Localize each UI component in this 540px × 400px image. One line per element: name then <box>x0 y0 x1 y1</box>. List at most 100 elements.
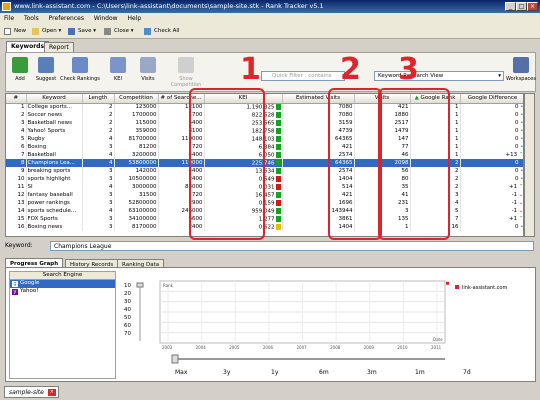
tab-report[interactable]: Report <box>44 42 74 52</box>
row-number: 4 <box>6 127 27 135</box>
search-engine-yahoo[interactable]: y Yahoo! <box>10 288 115 296</box>
new-file-icon <box>4 28 11 35</box>
detail-tabs: Progress Graph History Records Ranking D… <box>5 257 536 269</box>
y-tick-label: 50 <box>124 315 131 321</box>
google-difference-cell: -1 ⌄ <box>460 207 523 215</box>
menu-file[interactable]: File <box>0 13 18 24</box>
minimize-button[interactable]: _ <box>505 2 516 11</box>
main-tabs: Keywords Report <box>0 40 540 52</box>
menu-bar: File Tools Preferences Window Help <box>0 13 540 24</box>
competition-cell: 1700000 <box>114 111 159 119</box>
competition-cell: 63100000 <box>114 207 159 215</box>
suggest-button[interactable]: Suggest <box>32 57 60 82</box>
length-cell: 3 <box>82 175 115 183</box>
difference-value: +1 <box>509 216 518 222</box>
menu-window[interactable]: Window <box>90 13 122 24</box>
close-button[interactable]: Close ▾ <box>104 26 134 37</box>
google-difference-cell: -1 ⌄ <box>460 199 523 207</box>
trend-flat-icon: • <box>518 144 524 150</box>
visits-icon <box>140 57 156 73</box>
check-all-button[interactable]: Check All <box>144 26 180 37</box>
y-tick-label: 60 <box>124 323 131 329</box>
window-title: www.link-assistant.com - C:\Users\link-a… <box>14 2 324 10</box>
range-button: 6m <box>319 369 329 376</box>
visits-button[interactable]: Visits <box>134 57 162 82</box>
length-cell: 3 <box>82 143 115 151</box>
legend-label: link-assistant.com <box>462 285 507 291</box>
kei-indicator-icon <box>275 119 281 126</box>
menu-tools[interactable]: Tools <box>20 13 43 24</box>
search-engine-google[interactable]: g Google <box>10 280 115 288</box>
kei-button[interactable]: KEI <box>104 57 132 82</box>
column-header-9[interactable]: Google Difference <box>460 94 523 104</box>
row-number: 12 <box>6 191 27 199</box>
column-header-3[interactable]: Competition <box>114 94 159 104</box>
legend-swatch <box>455 285 459 289</box>
difference-value: +13 <box>505 152 518 158</box>
menu-help[interactable]: Help <box>123 13 145 24</box>
competition-cell: 53800000 <box>114 159 159 167</box>
vertical-scrollbar[interactable] <box>524 93 535 237</box>
quick-filter-input[interactable]: Quick Filter : contains <box>261 71 345 81</box>
google-difference-cell: 0 • <box>460 143 524 151</box>
show-competition-button[interactable]: Show Competition <box>166 57 206 88</box>
x-tick-label: 2007 <box>297 345 308 350</box>
trend-flat-icon: • <box>518 128 524 134</box>
tab-keywords[interactable]: Keywords <box>6 41 50 52</box>
view-select[interactable]: Keyword Research View ▾ <box>374 71 504 81</box>
range-button: 3y <box>223 369 231 376</box>
column-header-1[interactable]: Keyword <box>26 94 83 104</box>
open-button[interactable]: Open ▾ <box>32 26 61 37</box>
length-cell: 4 <box>82 135 115 143</box>
rankings-icon <box>72 57 88 73</box>
new-button[interactable]: New <box>4 26 26 37</box>
workspaces-button[interactable]: Workspaces <box>506 57 536 82</box>
title-bar: www.link-assistant.com - C:\Users\link-a… <box>0 0 540 13</box>
kei-indicator-icon <box>275 111 281 118</box>
search-engine-header: Search Engine <box>10 272 115 280</box>
add-button[interactable]: Add <box>6 57 34 82</box>
google-difference-cell: 0 • <box>460 127 524 135</box>
y-tick-label: 40 <box>124 307 131 313</box>
folder-icon <box>32 28 39 35</box>
google-difference-cell: 0 • <box>460 167 523 175</box>
keyword-cell: breaking sports <box>26 167 83 175</box>
document-tab[interactable]: sample-site × <box>4 386 59 398</box>
keyword-cell: sports highlight <box>26 175 83 183</box>
competition-cell: 123000 <box>114 103 159 111</box>
keyword-cell: Soccer news <box>26 111 83 119</box>
google-difference-cell: 0 • <box>460 223 523 231</box>
kei-indicator-icon <box>275 207 281 214</box>
column-header-2[interactable]: Length <box>82 94 115 104</box>
row-number: 2 <box>6 111 27 119</box>
check-rankings-button[interactable]: Check Rankings <box>60 57 100 82</box>
workspaces-icon <box>513 57 529 73</box>
google-difference-cell: 0 • <box>460 119 523 127</box>
column-header-0[interactable]: # <box>6 94 27 104</box>
yahoo-icon: y <box>12 289 18 295</box>
close-window-button[interactable]: × <box>527 2 538 11</box>
maximize-button[interactable]: □ <box>516 2 527 11</box>
range-button: 3m <box>367 369 377 376</box>
menu-preferences[interactable]: Preferences <box>45 13 88 24</box>
trend-flat-icon: • <box>518 176 524 182</box>
save-button[interactable]: Save ▾ <box>68 26 96 37</box>
keyword-cell: College sports... <box>26 103 83 111</box>
toolbar: New Open ▾ Save ▾ Close ▾ Check All <box>0 24 540 39</box>
keyword-field[interactable]: Champions League <box>50 241 534 251</box>
row-number: 16 <box>6 223 27 231</box>
competition-cell: 359000 <box>114 127 159 135</box>
google-difference-cell: 0 • <box>460 103 523 111</box>
google-difference-cell: 0 • <box>460 175 524 183</box>
y-tick-label: 70 <box>124 331 131 337</box>
google-difference-cell: +1 ⌃ <box>460 183 523 191</box>
close-tab-icon[interactable]: × <box>47 389 56 396</box>
document-tab-bar: sample-site × <box>0 384 540 400</box>
keyword-cell: Champions Lea... <box>26 159 83 167</box>
competition-cell: 8170000 <box>114 223 159 231</box>
x-tick-label: 2008 <box>330 345 341 350</box>
suggest-icon <box>38 57 54 73</box>
trend-flat-icon: • <box>518 112 524 118</box>
google-difference-cell: 0 • <box>460 159 523 167</box>
series-point <box>446 281 449 285</box>
